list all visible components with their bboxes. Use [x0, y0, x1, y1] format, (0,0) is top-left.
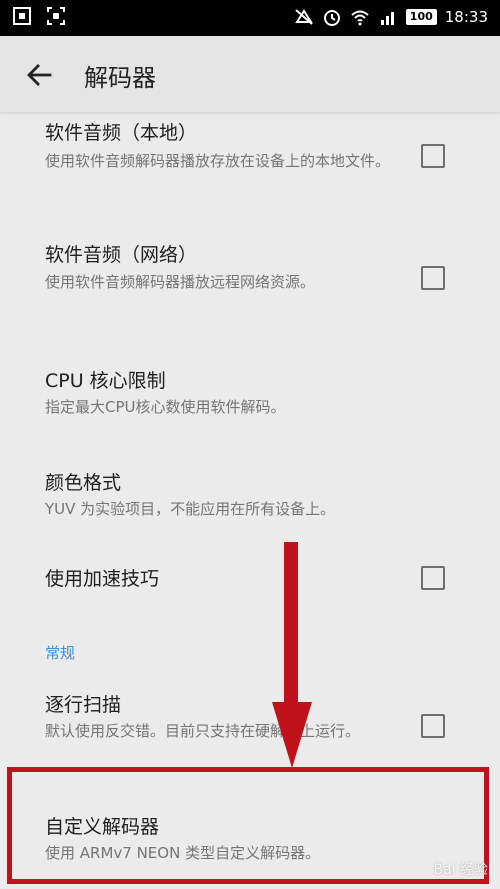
pref-software-audio-local[interactable]: 软件音频（本地） 使用软件音频解码器播放存放在设备上的本地文件。: [0, 112, 500, 222]
app-bar: 解码器: [0, 36, 500, 112]
section-header-general: 常规: [45, 644, 76, 662]
pref-title: 逐行扫描: [45, 694, 122, 716]
signal-icon: [380, 12, 394, 25]
pref-cpu-core-limit[interactable]: CPU 核心限制 指定最大CPU核心数使用软件解码。: [0, 358, 500, 436]
checkbox[interactable]: [421, 566, 445, 590]
status-bar: 100 18:33: [0, 0, 500, 36]
watermark-text: Bai 经验: [433, 862, 488, 878]
pref-progressive-scan[interactable]: 逐行扫描 默认使用反交错。目前只支持在硬解码上运行。: [0, 682, 500, 770]
back-arrow-icon[interactable]: [24, 60, 54, 90]
watermark: Bai 经验: [433, 859, 488, 879]
pref-title: 软件音频（网络）: [45, 244, 198, 266]
pref-software-audio-network[interactable]: 软件音频（网络） 使用软件音频解码器播放远程网络资源。: [0, 230, 500, 340]
notification-icon: [13, 7, 31, 25]
annotation-arrow: [272, 542, 312, 768]
wifi-icon: [351, 10, 369, 26]
mute-vibrate-icon: [294, 9, 313, 25]
alarm-icon: [323, 10, 340, 26]
pref-color-format[interactable]: 颜色格式 YUV 为实验项目，不能应用在所有设备上。: [0, 460, 500, 538]
screenshot-icon: [47, 7, 65, 25]
pref-summary: 指定最大CPU核心数使用软件解码。: [45, 398, 286, 416]
pref-title: CPU 核心限制: [45, 370, 166, 392]
pref-title: 颜色格式: [45, 472, 122, 494]
pref-title: 使用加速技巧: [45, 568, 160, 590]
annotation-highlight-box: [7, 767, 489, 884]
pref-title: 软件音频（本地）: [45, 122, 198, 144]
page-title: 解码器: [84, 64, 156, 92]
pref-summary: 使用软件音频解码器播放远程网络资源。: [45, 273, 316, 291]
pref-summary: YUV 为实验项目，不能应用在所有设备上。: [45, 500, 336, 518]
status-time: 18:33: [444, 8, 488, 26]
pref-use-acceleration[interactable]: 使用加速技巧: [0, 552, 500, 612]
checkbox[interactable]: [421, 144, 445, 168]
checkbox[interactable]: [421, 266, 445, 290]
checkbox[interactable]: [421, 714, 445, 738]
battery-indicator: 100: [405, 9, 437, 25]
pref-summary: 默认使用反交错。目前只支持在硬解码上运行。: [45, 722, 361, 740]
pref-summary: 使用软件音频解码器播放存放在设备上的本地文件。: [45, 152, 391, 170]
